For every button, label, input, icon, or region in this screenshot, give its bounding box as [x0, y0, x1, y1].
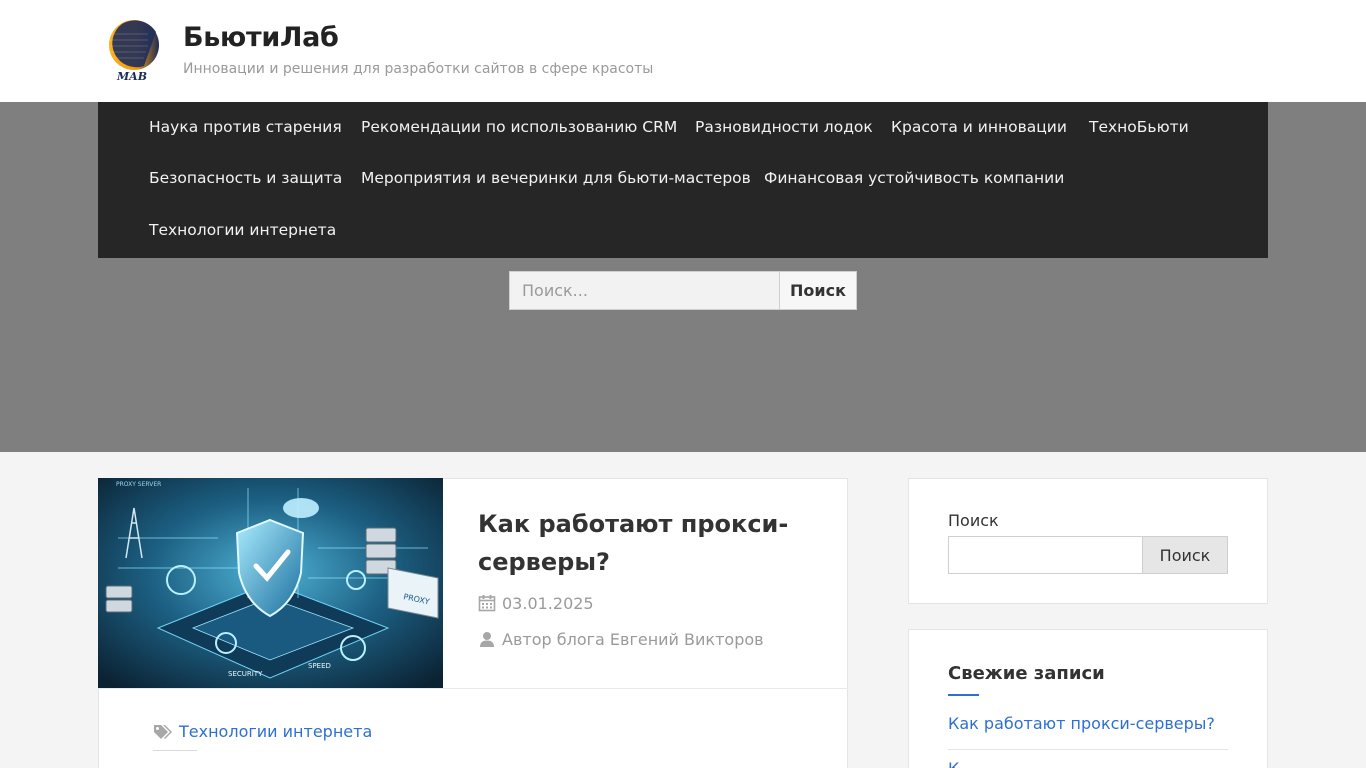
recent-posts-title: Свежие записи [948, 663, 1105, 684]
post-author-text[interactable]: Автор блога Евгений Викторов [502, 630, 764, 649]
post-author: Автор блога Евгений Викторов [478, 630, 764, 649]
tags-icon [154, 725, 172, 739]
post-divider [98, 688, 848, 689]
nav-item-events[interactable]: Мероприятия и вечеринки для бьюти-мастер… [361, 169, 751, 187]
calendar-icon [478, 595, 496, 612]
site-description: Инновации и решения для разработки сайто… [183, 61, 654, 77]
nav-item-beauty-innovation[interactable]: Красота и инновации [891, 118, 1067, 136]
site-title[interactable]: БьютиЛаб [183, 22, 339, 53]
thumb-security-label: SECURITY [228, 670, 263, 678]
nav-item-finance[interactable]: Финансовая устойчивость компании [764, 169, 1064, 187]
logo-text: MAB [116, 70, 147, 82]
thumb-server-label: PROXY SERVER [116, 481, 161, 488]
recent-posts-title-underline [948, 694, 979, 696]
site-logo[interactable]: MAB [104, 20, 164, 83]
nav-item-internet-tech[interactable]: Технологии интернета [149, 221, 336, 239]
hero-search-button[interactable]: Поиск [779, 271, 857, 310]
category-underline [153, 750, 197, 751]
nav-item-security[interactable]: Безопасность и защита [149, 169, 342, 187]
post-thumbnail[interactable]: PROXY PROXY SERVER SECURITY SPEED [98, 478, 443, 688]
nav-item-technobeauty[interactable]: ТехноБьюти [1089, 118, 1189, 136]
main-navigation: Наука против старения Рекомендации по ис… [98, 102, 1268, 258]
nav-item-anti-aging[interactable]: Наука против старения [149, 118, 342, 136]
sidebar-search-label: Поиск [948, 511, 999, 530]
post-category[interactable]: Технологии интернета [153, 722, 372, 741]
user-icon [480, 632, 494, 647]
sidebar-recent-widget [908, 629, 1268, 768]
site-header: MAB БьютиЛаб Инновации и решения для раз… [0, 0, 1366, 102]
post-category-label[interactable]: Технологии интернета [179, 722, 372, 741]
recent-post-link[interactable]: Как работают прокси-серверы? [948, 714, 1215, 733]
sidebar-search-input[interactable] [948, 536, 1143, 574]
post-title[interactable]: Как работают прокси-серверы? [478, 505, 818, 581]
nav-item-crm[interactable]: Рекомендации по использованию CRM [361, 118, 677, 136]
post-date: 03.01.2025 [478, 594, 594, 613]
recent-post-separator [948, 749, 1228, 750]
nav-item-boats[interactable]: Разновидности лодок [695, 118, 873, 136]
hero-search-form: Поиск [509, 271, 857, 310]
thumb-speed-label: SPEED [308, 662, 331, 670]
sidebar-search-button[interactable]: Поиск [1142, 536, 1228, 574]
post-date-text[interactable]: 03.01.2025 [502, 594, 594, 613]
recent-post-link[interactable]: К... [948, 759, 975, 768]
hero-search-input[interactable] [509, 271, 780, 310]
